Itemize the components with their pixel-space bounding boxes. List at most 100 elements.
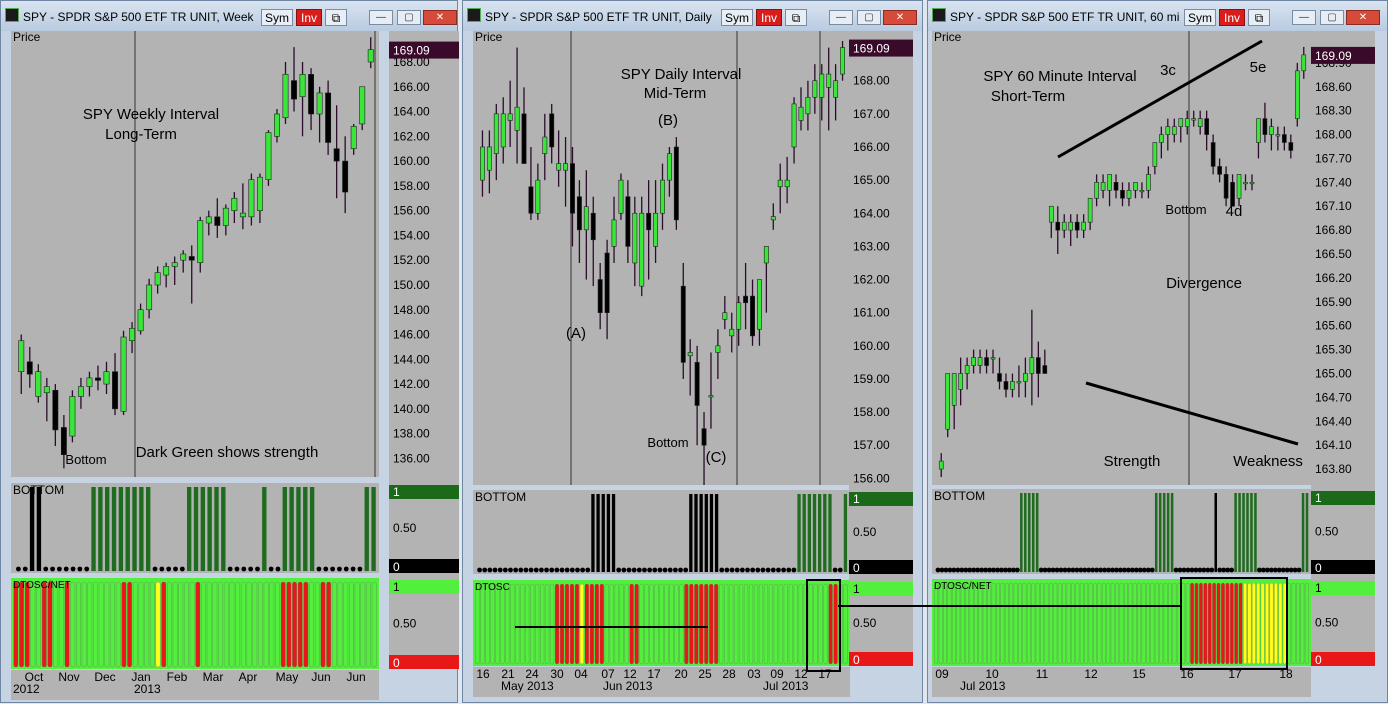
bottom-dot	[729, 567, 735, 573]
candle	[1217, 166, 1222, 175]
bottom-bar	[843, 494, 848, 572]
candle	[1081, 221, 1086, 231]
oscillator-bar	[1000, 582, 1005, 665]
bottom-dot	[241, 566, 247, 572]
bottom-bar	[1170, 493, 1174, 572]
oscillator-bar	[1212, 582, 1216, 665]
bottom-dot	[734, 567, 740, 573]
bottom-bar	[296, 487, 301, 571]
candle	[805, 96, 811, 115]
candle	[984, 357, 989, 366]
oscillator-bar	[1278, 582, 1283, 665]
ind1-tick: 0.50	[1315, 525, 1339, 539]
candle	[1087, 197, 1093, 223]
oscillator-bar	[292, 581, 297, 668]
candle	[964, 365, 970, 374]
bottom-bar	[823, 494, 827, 572]
bottom-dot	[152, 566, 158, 572]
oscillator-bar	[813, 583, 818, 665]
candle	[103, 371, 110, 385]
y-tick-label: 138.00	[393, 427, 430, 441]
oscillator-bar	[525, 583, 530, 665]
oscillator-bar	[189, 581, 195, 668]
price-label: Price	[13, 30, 41, 44]
oscillator-bar	[1238, 582, 1243, 665]
oscillator-bar	[748, 583, 754, 665]
oscillator-bar	[753, 583, 759, 665]
bottom-dot	[755, 567, 761, 573]
y-tick-label: 166.20	[1315, 271, 1352, 285]
annotation: Bottom	[647, 435, 688, 450]
candle	[1074, 221, 1080, 231]
oscillator-bar	[619, 583, 624, 665]
oscillator-bar	[47, 581, 53, 668]
bottom-bar	[118, 487, 124, 571]
y-tick-label: 140.00	[393, 402, 430, 416]
oscillator-bar	[1057, 582, 1062, 665]
annotation: 4d	[1226, 203, 1243, 220]
candle	[1042, 365, 1048, 374]
annotation: (B)	[658, 112, 678, 129]
bottom-dot	[652, 567, 658, 573]
oscillator-bar	[258, 581, 263, 668]
bottom-dot	[268, 566, 274, 572]
candle	[701, 428, 707, 446]
oscillator-bar	[36, 581, 41, 668]
ind1-tick: 1	[1315, 491, 1322, 505]
candle	[563, 163, 569, 171]
bottom-bar	[699, 494, 703, 572]
oscillator-bar	[1027, 582, 1031, 665]
bottom-indicator-panel	[473, 490, 850, 574]
oscillator-bar	[1004, 582, 1009, 665]
hourly-chart-window[interactable]: SPY - SPDR S&P 500 ETF TR UNIT, 60 mi Sy…	[927, 0, 1388, 703]
annotation: SPY Daily Interval	[621, 66, 742, 83]
oscillator-bar	[744, 583, 749, 665]
annotation: 3c	[1160, 62, 1176, 79]
candle	[137, 309, 144, 332]
weekly-chart-canvas: Price 136.00 138.00 140.00 142.00 144.00 146.0…	[11, 30, 459, 700]
oscillator-bar	[1093, 582, 1097, 665]
oscillator-bar	[1282, 582, 1287, 665]
x-tick-label: Apr	[239, 670, 258, 684]
oscillator-bar	[1106, 582, 1111, 665]
bottom-bar	[1035, 493, 1039, 572]
y-tick-label: 161.00	[853, 306, 890, 320]
bottom-dot	[791, 567, 797, 573]
oscillator-bar	[1132, 582, 1137, 665]
annotation: Mid-Term	[644, 85, 707, 102]
candle	[777, 179, 783, 188]
candle	[977, 357, 983, 366]
x-year-label: Jul 2013	[763, 679, 809, 693]
oscillator-bar	[535, 583, 540, 665]
candle	[680, 285, 686, 363]
oscillator-bar	[520, 583, 525, 665]
x-year-label: Jun 2013	[603, 679, 653, 693]
annotation: Weakness	[1233, 453, 1303, 470]
oscillator-bar	[1216, 582, 1221, 665]
bottom-bar	[125, 487, 130, 571]
weekly-chart-window[interactable]: SPY - SPDR S&P 500 ETF TR UNIT, Week Sym…	[0, 0, 459, 703]
bottom-bar	[282, 487, 287, 571]
x-tick-label: 11	[1036, 667, 1049, 681]
bottom-bar	[29, 487, 35, 571]
y-tick-label: 158.00	[393, 179, 430, 193]
oscillator-bar	[996, 582, 1000, 665]
annotation: (C)	[706, 449, 727, 466]
daily-chart-window[interactable]: SPY - SPDR S&P 500 ETF TR UNIT, Daily Sy…	[462, 0, 923, 703]
oscillator-bar	[495, 583, 500, 665]
oscillator-bar	[1168, 582, 1172, 665]
bottom-dot	[50, 566, 55, 572]
y-tick-label: 167.70	[1315, 151, 1352, 165]
y-tick-label: 163.00	[853, 239, 890, 253]
candle	[729, 328, 735, 337]
candle	[1023, 373, 1028, 382]
oscillator-bar	[1128, 582, 1133, 665]
oscillator-bar	[485, 583, 490, 665]
bottom-dot	[316, 566, 322, 572]
oscillator-label: DTOSC	[475, 582, 510, 593]
oscillator-bar	[24, 581, 30, 668]
bottom-bar	[611, 494, 616, 572]
candle	[1178, 118, 1184, 127]
bottom-bar	[1154, 493, 1158, 572]
candle	[1165, 126, 1171, 135]
